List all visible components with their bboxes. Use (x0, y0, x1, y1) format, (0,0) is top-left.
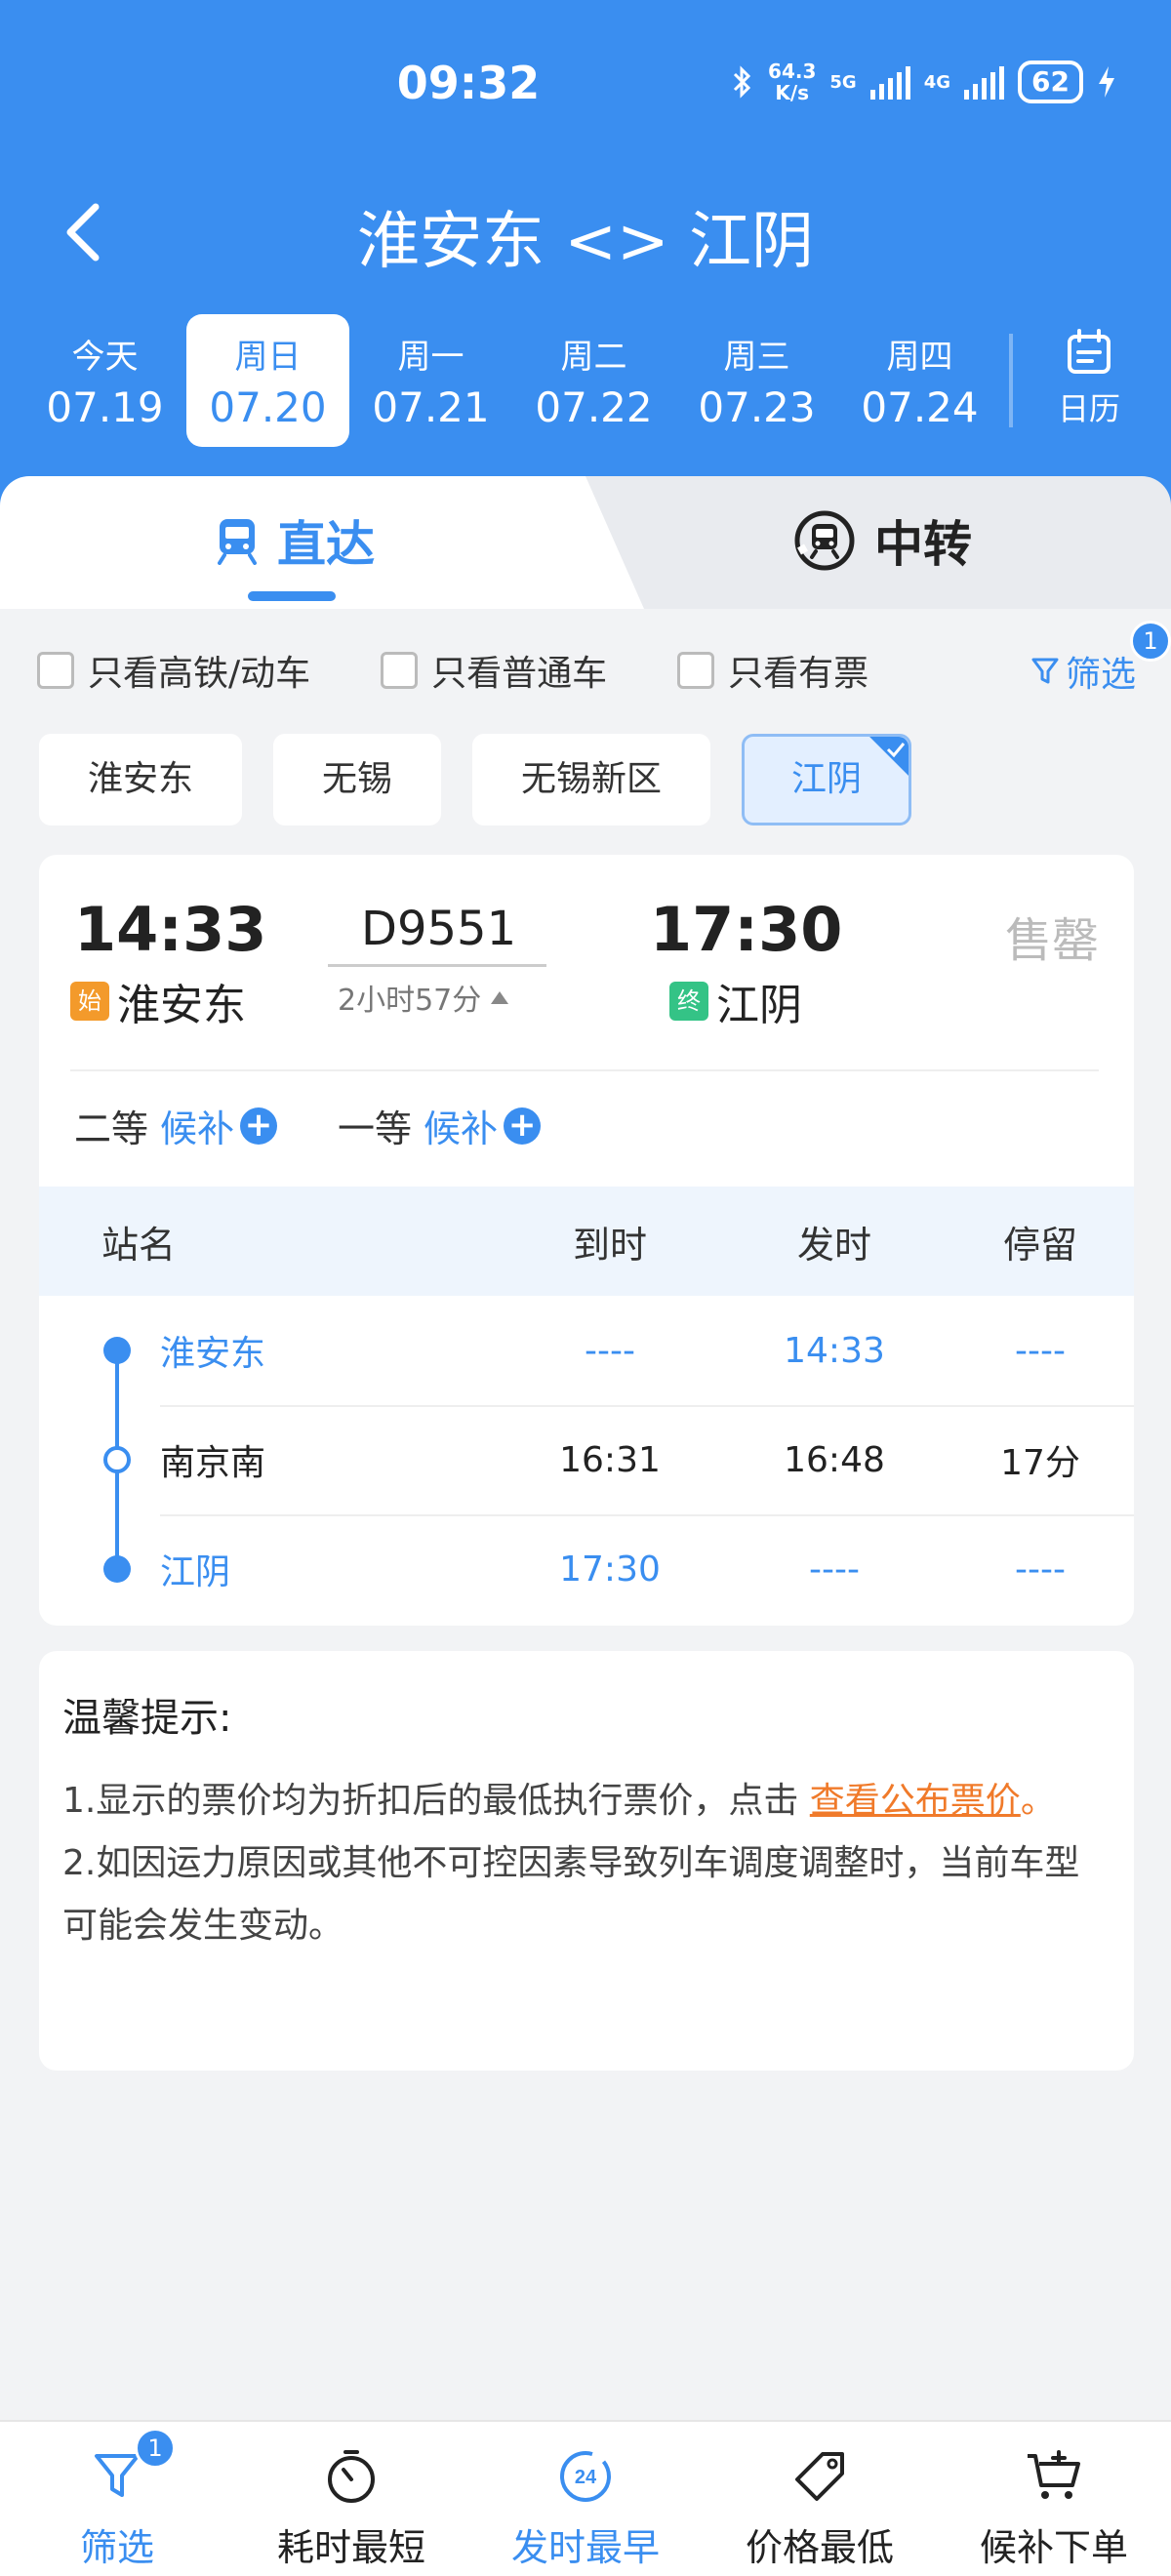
route-title: 淮安东 <> 江阴 (357, 206, 814, 278)
check-icon (887, 743, 906, 758)
tips-panel: 温馨提示: 1.显示的票价均为折扣后的最低执行票价，点击 查看公布票价。 2.如… (39, 1651, 1134, 2071)
status-icons: 64.3 K/s 5G 4G 62 (731, 60, 1116, 103)
table-row: 淮安东 ---- 14:33 ---- (39, 1296, 1134, 1405)
filter-row: 只看高铁/动车 只看普通车 只看有票 筛选 1 (37, 621, 1171, 697)
divider (70, 1069, 1099, 1071)
sort-shortest-button[interactable]: 耗时最短 (234, 2422, 468, 2576)
triangle-up-icon (491, 991, 509, 1004)
sort-cheapest-button[interactable]: 价格最低 (703, 2422, 937, 2576)
transfer-train-icon (794, 510, 855, 571)
departure-time: 14:33 (74, 894, 267, 965)
station-chip-wuxixinqu[interactable]: 无锡新区 (472, 734, 711, 825)
calendar-icon (1068, 329, 1110, 374)
waitlist-first-class-button[interactable]: 候补 + (424, 1099, 542, 1152)
stop-dot-icon (103, 1337, 131, 1364)
bluetooth-icon (733, 65, 751, 99)
status-bar: 09:32 64.3 K/s 5G 4G 62 (0, 0, 1171, 176)
net-4g-label: 4G (923, 71, 951, 93)
clock-24-icon: 24 (560, 2451, 611, 2502)
station-chip-jiangyin[interactable]: 江阴 (742, 734, 912, 825)
svg-text:24: 24 (575, 2467, 597, 2488)
departure-station: 始 淮安东 (70, 970, 246, 1032)
waitlist-second-class-button[interactable]: 候补 + (160, 1099, 278, 1152)
bottom-toolbar: 筛选 1 耗时最短 24 发时最早 价格最低 候补下单 (0, 2420, 1171, 2576)
date-tab-0723[interactable]: 周三 07.23 (675, 314, 838, 447)
calendar-button[interactable]: 日历 (1030, 314, 1148, 451)
stopwatch-icon (328, 2450, 375, 2503)
seat-classes: 二等 候补 + 一等 候补 + (74, 1099, 542, 1152)
plus-icon: + (240, 1107, 278, 1145)
checkbox-icon (381, 652, 419, 689)
tab-direct[interactable]: 直达 (215, 505, 375, 576)
arrival-time: 17:30 (650, 894, 843, 965)
filter-count-badge: 1 (135, 2428, 176, 2469)
price-tag-icon (795, 2452, 844, 2501)
date-tab-0720[interactable]: 周日 07.20 (186, 314, 349, 447)
cart-plus-icon (1028, 2450, 1080, 2499)
station-chip-wuxi[interactable]: 无锡 (273, 734, 442, 825)
seat-second-class: 二等 候补 + (74, 1099, 278, 1152)
view-published-fare-link[interactable]: 查看公布票价 (810, 1781, 1021, 1821)
signal-icon-2 (964, 64, 1005, 100)
funnel-icon (95, 2454, 140, 2497)
train-number: D9551 (361, 902, 517, 956)
tips-title: 温馨提示: (62, 1696, 232, 1741)
duration-line (328, 964, 546, 967)
funnel-icon (1031, 658, 1059, 684)
sold-out-status: 售罄 (1004, 913, 1099, 968)
date-tab-0722[interactable]: 周二 07.22 (512, 314, 675, 447)
station-chip-huaiandong[interactable]: 淮安东 (39, 734, 243, 825)
table-row: 江阴 17:30 ---- ---- (39, 1514, 1134, 1624)
table-row: 南京南 16:31 16:48 17分 (39, 1405, 1134, 1514)
checkbox-icon (37, 652, 74, 689)
train-icon (218, 519, 257, 565)
date-tab-0724[interactable]: 周四 07.24 (838, 314, 1001, 447)
filter-has-ticket[interactable]: 只看有票 (677, 645, 868, 696)
net-5g-label: 5G (829, 71, 857, 93)
arrival-station: 终 江阴 (669, 970, 802, 1032)
tab-direct-underline (248, 591, 336, 601)
waitlist-order-button[interactable]: 候补下单 (937, 2422, 1171, 2576)
seat-first-class: 一等 候补 + (338, 1099, 542, 1152)
filter-button[interactable]: 筛选 1 (1030, 621, 1171, 697)
stop-dot-icon (103, 1555, 131, 1583)
plus-icon: + (504, 1107, 542, 1145)
date-tab-0719[interactable]: 今天 07.19 (23, 314, 186, 447)
title-bar: 淮安东 <> 江阴 (0, 176, 1171, 283)
date-tab-0721[interactable]: 周一 07.21 (349, 314, 512, 447)
date-divider (1009, 334, 1013, 427)
selected-corner (869, 737, 909, 776)
end-tag: 终 (669, 982, 708, 1021)
tab-transfer[interactable]: 中转 (792, 505, 972, 576)
stop-dot-hollow-icon (103, 1446, 131, 1473)
stop-table: 站名 到时 发时 停留 淮安东 ---- 14:33 ---- 南京南 16:3… (39, 1187, 1134, 1624)
tips-line-1: 1.显示的票价均为折扣后的最低执行票价，点击 查看公布票价。 (62, 1781, 1056, 1821)
signal-icon (869, 64, 910, 100)
battery-icon: 62 (1018, 60, 1083, 103)
tips-line-2: 2.如因运力原因或其他不可控因素导致列车调度调整时，当前车型可能会发生变动。 (62, 1843, 1080, 1946)
filter-high-speed[interactable]: 只看高铁/动车 (37, 645, 310, 696)
date-selector: 今天 07.19 周日 07.20 周一 07.21 周二 07.22 周三 0… (23, 314, 1148, 451)
duration-toggle[interactable]: 2小时57分 (338, 976, 510, 1019)
sort-earliest-button[interactable]: 24 发时最早 (468, 2422, 703, 2576)
station-chips: 淮安东 无锡 无锡新区 江阴 (39, 734, 912, 825)
train-card[interactable]: 14:33 D9551 2小时57分 17:30 售罄 始 淮安东 终 江阴 二… (39, 855, 1134, 1626)
charging-icon (1099, 66, 1114, 98)
checkbox-icon (677, 652, 715, 689)
route-type-tabs: 直达 中转 (0, 476, 1171, 609)
filter-count-badge: 1 (1130, 621, 1171, 662)
stop-table-header: 站名 到时 发时 停留 (39, 1187, 1134, 1296)
network-speed: 64.3 K/s (768, 60, 817, 104)
start-tag: 始 (70, 982, 109, 1021)
filter-normal-train[interactable]: 只看普通车 (381, 645, 607, 696)
header: 09:32 64.3 K/s 5G 4G 62 淮安东 <> 江阴 今天 07.… (0, 0, 1171, 546)
sort-filter-button[interactable]: 筛选 1 (0, 2422, 234, 2576)
